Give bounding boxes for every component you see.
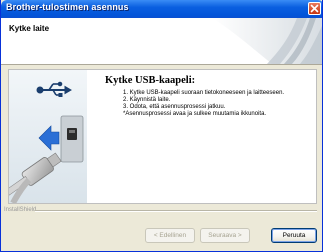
content-panel: Kytke USB-kaapeli: 1. Kytke USB-kaapeli … — [8, 69, 317, 204]
footer-divider — [35, 210, 317, 212]
installer-window: Brother-tulostimen asennus Kytke laite K… — [0, 0, 323, 252]
content-heading: Kytke USB-kaapeli: — [105, 75, 196, 86]
usb-cable-illustration — [9, 70, 87, 203]
cancel-button[interactable]: Peruuta — [271, 228, 317, 243]
instructions-list: 1. Kytke USB-kaapeli suoraan tietokonees… — [123, 90, 284, 118]
instruction-step: 3. Odota, että asennusprosessi jatkuu. — [123, 104, 226, 110]
instruction-note: *Asennusprosessi avaa ja sulkee muutamia… — [123, 111, 267, 117]
title-bar[interactable]: Brother-tulostimen asennus — [1, 0, 322, 18]
instruction-step: 2. Käynnistä laite. — [123, 97, 171, 103]
header-decoration-graphic — [212, 18, 322, 64]
window-title: Brother-tulostimen asennus — [6, 2, 129, 12]
back-button[interactable]: < Edellinen — [145, 228, 195, 243]
instruction-step: 1. Kytke USB-kaapeli suoraan tietokonees… — [123, 90, 285, 96]
wizard-header: Kytke laite — [1, 18, 322, 65]
next-button[interactable]: Seuraava > — [200, 228, 250, 243]
close-icon — [310, 4, 319, 13]
header-title: Kytke laite — [9, 24, 50, 33]
close-button[interactable] — [308, 2, 321, 15]
installshield-label: InstallShield — [4, 207, 37, 213]
